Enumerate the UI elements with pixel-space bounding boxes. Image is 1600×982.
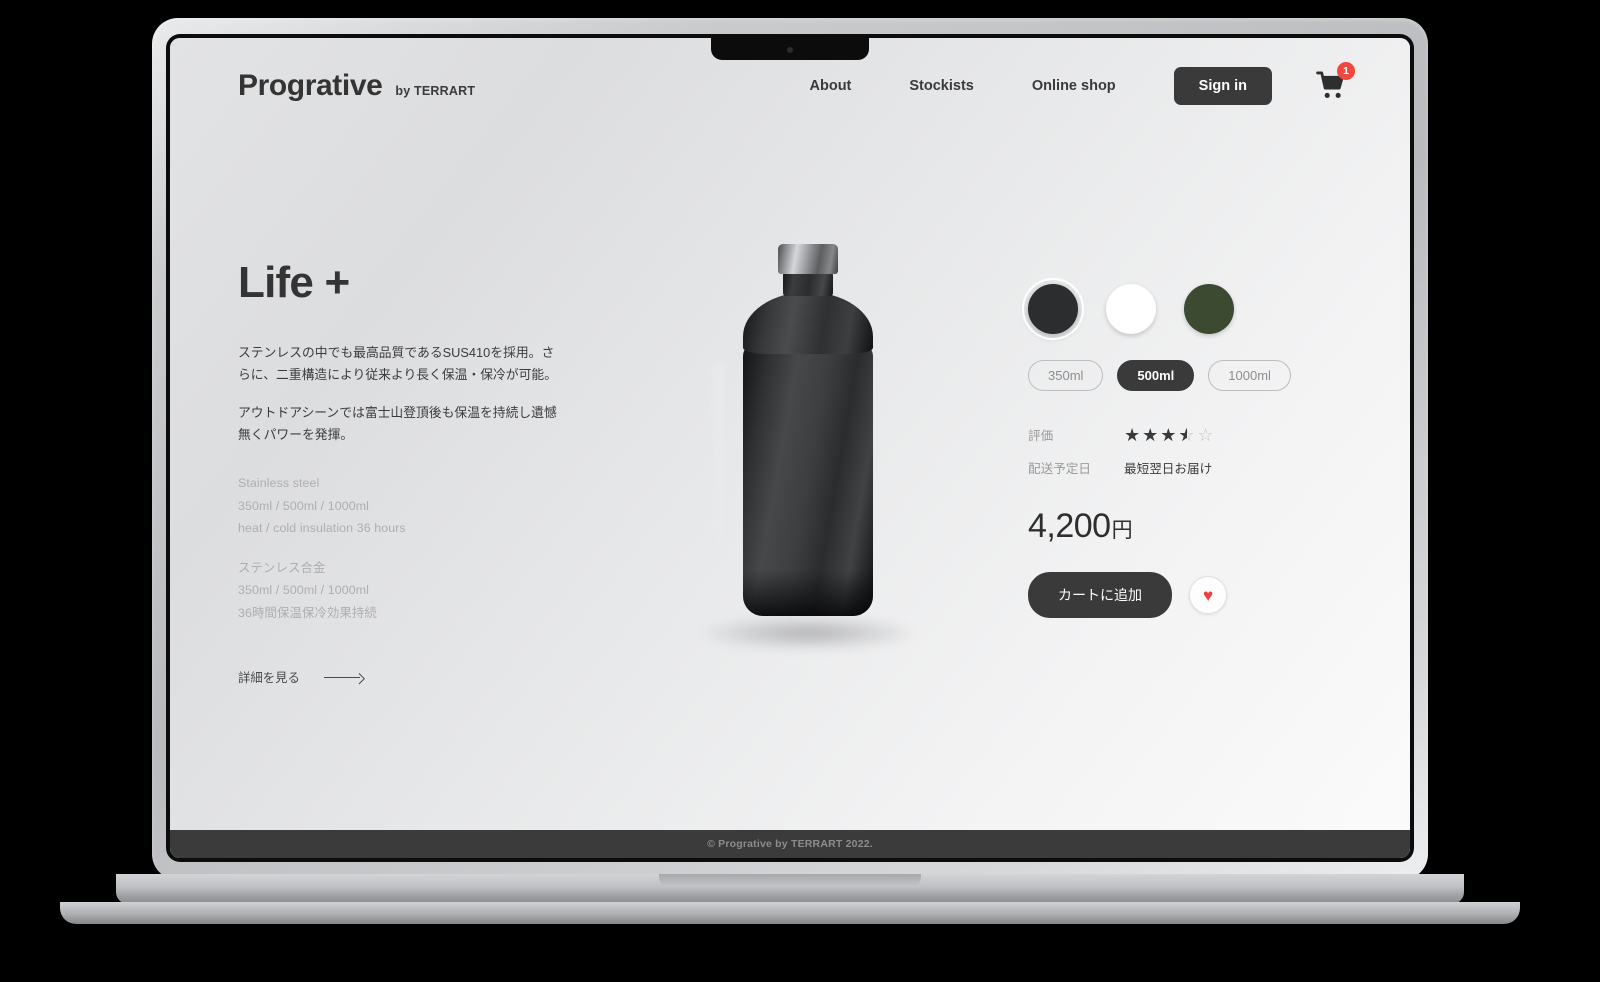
- bottle-body: [743, 344, 873, 616]
- brand-logo[interactable]: Progrative by TERRART: [238, 69, 475, 103]
- spec-capacity-en: 350ml / 500ml / 1000ml: [238, 498, 369, 513]
- product-image-column: [588, 234, 1028, 830]
- rating-row: 評価 ★ ★ ★ ☆ ★ ☆: [1028, 425, 1348, 444]
- star-filled: ★: [1160, 424, 1177, 445]
- spec-list-english: Stainless steel 350ml / 500ml / 1000ml h…: [238, 472, 588, 540]
- laptop-bezel: Progrative by TERRART About Stockists On…: [166, 34, 1414, 862]
- brand-name: Progrative: [238, 69, 383, 102]
- nav-item-online-shop[interactable]: Online shop: [1032, 70, 1116, 102]
- spec-material-en: Stainless steel: [238, 476, 320, 490]
- view-details-link[interactable]: 詳細を見る: [238, 668, 364, 686]
- star-half: ☆ ★: [1178, 424, 1195, 445]
- delivery-value: 最短翌日お届け: [1124, 462, 1213, 476]
- webpage: Progrative by TERRART About Stockists On…: [170, 38, 1410, 858]
- spec-insulation-jp: 36時間保温保冷効果持続: [238, 605, 377, 620]
- sign-in-button[interactable]: Sign in: [1173, 67, 1272, 105]
- purchase-actions: カートに追加 ♥: [1028, 572, 1348, 618]
- product-options-column: 350ml 500ml 1000ml 評価 ★ ★ ★ ☆ ★ ☆ 配送予定日 …: [1022, 234, 1348, 830]
- star-empty: ☆: [1197, 424, 1214, 445]
- arrow-right-icon: [323, 673, 364, 682]
- brand-subtitle: by TERRART: [395, 84, 476, 98]
- laptop-screen: Progrative by TERRART About Stockists On…: [170, 38, 1410, 858]
- price-amount: 4,200: [1028, 507, 1111, 545]
- color-swatch-white[interactable]: [1106, 284, 1156, 334]
- color-swatch-group: [1022, 278, 1348, 340]
- view-details-label: 詳細を見る: [238, 671, 300, 686]
- screen-notch: [711, 38, 869, 60]
- size-option-350ml[interactable]: 350ml: [1028, 360, 1104, 391]
- cart-badge-count: 1: [1337, 62, 1355, 80]
- product-description-1: ステンレスの中でも最高品質であるSUS410を採用。さらに、二重構造により従来よ…: [238, 345, 558, 382]
- star-filled: ★: [1124, 424, 1141, 445]
- laptop-base-notch: [659, 874, 921, 887]
- color-swatch-olive-green[interactable]: [1184, 284, 1234, 334]
- product-price: 4,200円: [1028, 507, 1348, 546]
- size-option-1000ml[interactable]: 1000ml: [1208, 360, 1291, 391]
- delivery-label: 配送予定日: [1028, 462, 1091, 476]
- bottle-cap: [778, 244, 838, 274]
- size-option-500ml[interactable]: 500ml: [1117, 360, 1195, 391]
- nav-item-stockists[interactable]: Stockists: [909, 70, 973, 102]
- black-insulated-water-bottle: [678, 244, 938, 650]
- spec-insulation-en: heat / cold insulation 36 hours: [238, 521, 406, 536]
- add-to-cart-button[interactable]: カートに追加: [1028, 572, 1172, 618]
- delivery-row: 配送予定日 最短翌日お届け: [1028, 458, 1348, 477]
- site-footer: © Progrative by TERRART 2022.: [170, 830, 1410, 858]
- page-title: Life +: [238, 258, 350, 307]
- product-hero: Life + ステンレスの中でも最高品質であるSUS410を採用。さらに、二重構…: [170, 134, 1410, 830]
- rating-label: 評価: [1028, 429, 1054, 443]
- cart-button[interactable]: 1: [1316, 62, 1355, 102]
- bottle-neck: [783, 272, 833, 296]
- size-selector-group: 350ml 500ml 1000ml: [1028, 360, 1348, 391]
- footer-copyright: © Progrative by TERRART 2022.: [707, 838, 873, 850]
- webcam-icon: [787, 47, 793, 53]
- main-navigation: About Stockists Online shop Sign in 1: [810, 62, 1355, 105]
- product-info-column: Life + ステンレスの中でも最高品質であるSUS410を採用。さらに、二重構…: [238, 234, 588, 830]
- product-description-2: アウトドアシーンでは富士山登頂後も保温を持続し遺憾無くパワーを発揮。: [238, 405, 557, 442]
- bottle-highlight: [712, 362, 725, 598]
- spec-material-jp: ステンレス合金: [238, 560, 326, 575]
- bottle-base-shading: [743, 570, 873, 616]
- laptop-foot: [60, 902, 1520, 924]
- price-currency: 円: [1111, 519, 1133, 542]
- favorite-button[interactable]: ♥: [1189, 576, 1227, 614]
- spec-capacity-jp: 350ml / 500ml / 1000ml: [238, 583, 369, 598]
- nav-item-about[interactable]: About: [810, 70, 852, 102]
- bottle-shadow: [703, 616, 913, 650]
- rating-stars: ★ ★ ★ ☆ ★ ☆: [1124, 426, 1214, 444]
- laptop-base: [116, 874, 1464, 904]
- heart-icon: ♥: [1202, 585, 1214, 605]
- spec-list-japanese: ステンレス合金 350ml / 500ml / 1000ml 36時間保温保冷効…: [238, 557, 588, 625]
- star-filled: ★: [1142, 424, 1159, 445]
- bottle-shoulder: [743, 292, 873, 354]
- color-swatch-black[interactable]: [1022, 278, 1084, 340]
- screenshot-stage: Progrative by TERRART About Stockists On…: [0, 0, 1600, 982]
- laptop-lid: Progrative by TERRART About Stockists On…: [152, 18, 1428, 880]
